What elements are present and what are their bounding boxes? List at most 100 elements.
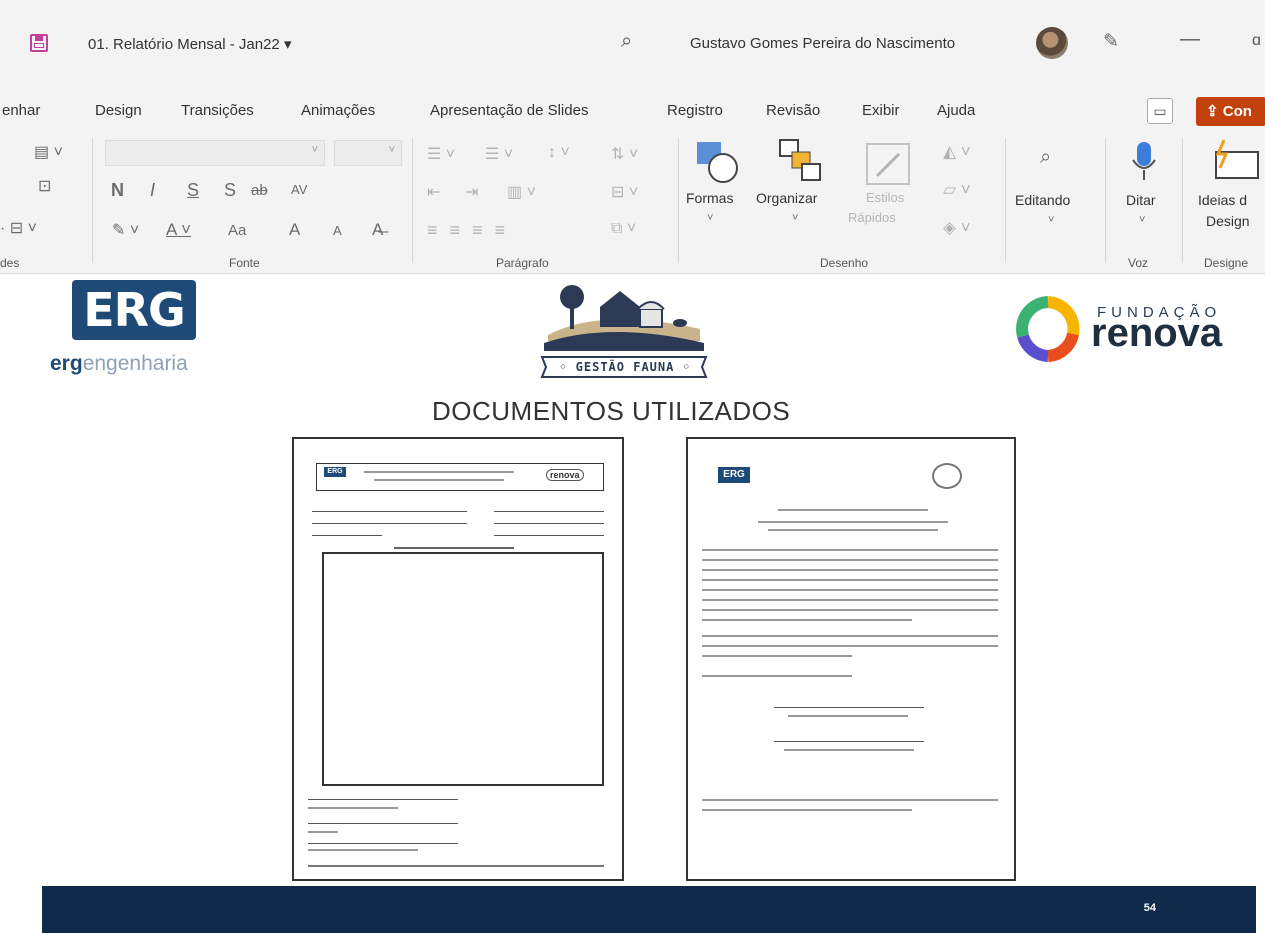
group-label-paragraph: Parágrafo — [496, 256, 549, 270]
doc1-signature-text — [308, 831, 338, 833]
design-ideas-label-1[interactable]: Ideias d — [1198, 192, 1247, 208]
design-ideas-label-2[interactable]: Design — [1206, 213, 1250, 229]
grow-font-button[interactable]: A — [289, 220, 300, 240]
document-image-2[interactable]: ERG — [686, 437, 1016, 881]
dictate-button[interactable]: Ditar — [1126, 192, 1156, 208]
shrink-font-button[interactable]: A — [333, 223, 342, 238]
chevron-down-icon: ˅ — [311, 144, 318, 156]
reset-slide-icon[interactable]: ⊡ — [38, 176, 51, 196]
separator — [1105, 138, 1106, 263]
align-text-icon[interactable]: ⊟ ˅ — [611, 182, 638, 202]
indent-decrease-icon[interactable]: ⇤ — [427, 182, 440, 202]
tab-transicoes[interactable]: Transições — [181, 102, 254, 119]
doc2-body-text — [702, 609, 998, 611]
renova-logo-icon — [1016, 296, 1080, 362]
shape-outline-icon[interactable]: ▱ ˅ — [943, 180, 971, 200]
doc1-observation-box — [322, 552, 604, 786]
shape-effects-icon[interactable]: ◈ ˅ — [943, 218, 971, 238]
document-title[interactable]: 01. Relatório Mensal - Jan22 ▾ — [88, 35, 291, 53]
tab-ajuda[interactable]: Ajuda — [937, 102, 975, 119]
user-name[interactable]: Gustavo Gomes Pereira do Nascimento — [690, 35, 955, 52]
italic-button[interactable]: I — [150, 180, 155, 201]
font-name-input[interactable]: ˅ — [105, 140, 325, 166]
highlight-icon[interactable]: ✎ ˅ — [112, 220, 139, 240]
title-bar: 01. Relatório Mensal - Jan22 ▾ ⌕ Gustavo… — [0, 0, 1265, 92]
pen-icon[interactable]: ✎ — [1103, 30, 1119, 53]
doc2-body-text — [702, 549, 998, 551]
tab-exibir[interactable]: Exibir — [862, 102, 900, 119]
ribbon: ▤ ˅ ⊡ · ⊟ ˅ des ˅ ˅ N I S S ab AV ✎ ˅ A … — [0, 132, 1265, 274]
smartart-icon[interactable]: ⧉ ˅ — [611, 220, 636, 238]
save-icon[interactable] — [30, 34, 48, 52]
doc1-field — [494, 535, 604, 536]
doc2-title-text — [758, 521, 948, 523]
quick-styles-label-1[interactable]: Estilos — [866, 190, 904, 205]
slide-title[interactable]: DOCUMENTOS UTILIZADOS — [432, 396, 790, 427]
share-label: Con — [1222, 103, 1252, 120]
font-color-icon[interactable]: A ˅ — [166, 220, 191, 240]
slide-canvas[interactable]: ERG ergengenharia ◦ GESTÃO FAUNA ◦ FUNDA… — [0, 274, 1265, 933]
editing-button[interactable]: Editando — [1015, 192, 1070, 208]
tab-registro[interactable]: Registro — [667, 102, 723, 119]
text-direction-icon[interactable]: ⇅ ˅ — [611, 144, 638, 164]
avatar[interactable] — [1036, 27, 1068, 59]
minimize-button[interactable]: — — [1180, 28, 1200, 51]
document-image-1[interactable]: ERG renova — [292, 437, 624, 881]
doc2-signature-text — [784, 749, 914, 751]
shape-fill-icon[interactable]: ◭ ˅ — [943, 142, 971, 162]
comment-button[interactable]: ▭ — [1147, 98, 1173, 124]
shadow-button[interactable]: S — [224, 180, 236, 201]
search-icon[interactable]: ⌕ — [621, 30, 632, 53]
doc1-header-text — [374, 479, 504, 481]
doc2-note-text — [702, 809, 912, 811]
indent-increase-icon[interactable]: ⇥ — [465, 182, 478, 202]
tab-animacoes[interactable]: Animações — [301, 102, 375, 119]
tab-desenhar[interactable]: enhar — [2, 102, 40, 119]
bullets-icon[interactable]: ☰ ˅ — [427, 144, 455, 164]
doc1-erg-logo: ERG — [324, 467, 346, 477]
line-spacing-icon[interactable]: ↕ ˅ — [548, 144, 570, 162]
spacing-button[interactable]: AV — [291, 182, 307, 197]
erg-tagline-rest: engenharia — [82, 352, 188, 375]
slide[interactable]: ERG ergengenharia ◦ GESTÃO FAUNA ◦ FUNDA… — [42, 274, 1256, 933]
doc2-erg-logo: ERG — [718, 467, 750, 483]
doc2-renova-logo — [932, 463, 962, 489]
arrange-button[interactable]: Organizar — [756, 190, 817, 206]
arrange-icon[interactable] — [778, 138, 824, 184]
separator — [412, 138, 413, 263]
bold-button[interactable]: N — [111, 180, 124, 201]
quick-styles-label-2[interactable]: Rápidos — [848, 210, 896, 225]
section-icon[interactable]: · ⊟ ˅ — [0, 218, 37, 238]
doc2-body-text — [702, 569, 998, 571]
share-button[interactable]: ⇪ Con — [1196, 97, 1265, 126]
clear-format-icon[interactable]: A̶ — [372, 220, 383, 240]
tab-apresentacao[interactable]: Apresentação de Slides — [430, 102, 588, 119]
doc1-field — [312, 511, 467, 512]
search-icon[interactable]: ⌕ — [1040, 146, 1051, 169]
font-size-input[interactable]: ˅ — [334, 140, 402, 166]
change-case-button[interactable]: Aa — [228, 222, 246, 239]
quick-styles-icon[interactable] — [865, 142, 913, 188]
group-label-drawing: Desenho — [820, 256, 869, 270]
columns-icon[interactable]: ▥ ˅ — [507, 182, 536, 202]
ribbon-tabs: enhar Design Transições Animações Aprese… — [0, 92, 1265, 132]
doc1-field — [494, 523, 604, 524]
doc2-body-text — [702, 589, 998, 591]
doc2-body-text — [702, 579, 998, 581]
shapes-button[interactable]: Formas — [686, 190, 733, 206]
shapes-icon[interactable] — [695, 140, 741, 184]
restore-button[interactable]: ɑ — [1252, 32, 1261, 50]
doc1-signature-line — [308, 843, 458, 844]
layout-icon[interactable]: ▤ ˅ — [34, 142, 63, 162]
alignment-icons[interactable]: ≡≡≡≡ — [427, 220, 517, 241]
design-ideas-icon[interactable] — [1210, 138, 1260, 182]
numbering-icon[interactable]: ☰ ˅ — [485, 144, 513, 164]
underline-button[interactable]: S — [187, 180, 199, 201]
doc1-field — [312, 535, 382, 536]
doc1-signature-line — [308, 823, 458, 824]
microphone-icon[interactable] — [1130, 140, 1158, 184]
tab-revisao[interactable]: Revisão — [766, 102, 820, 119]
doc2-signature-text — [788, 715, 908, 717]
strikethrough-button[interactable]: ab — [251, 182, 268, 199]
tab-design[interactable]: Design — [95, 102, 142, 119]
